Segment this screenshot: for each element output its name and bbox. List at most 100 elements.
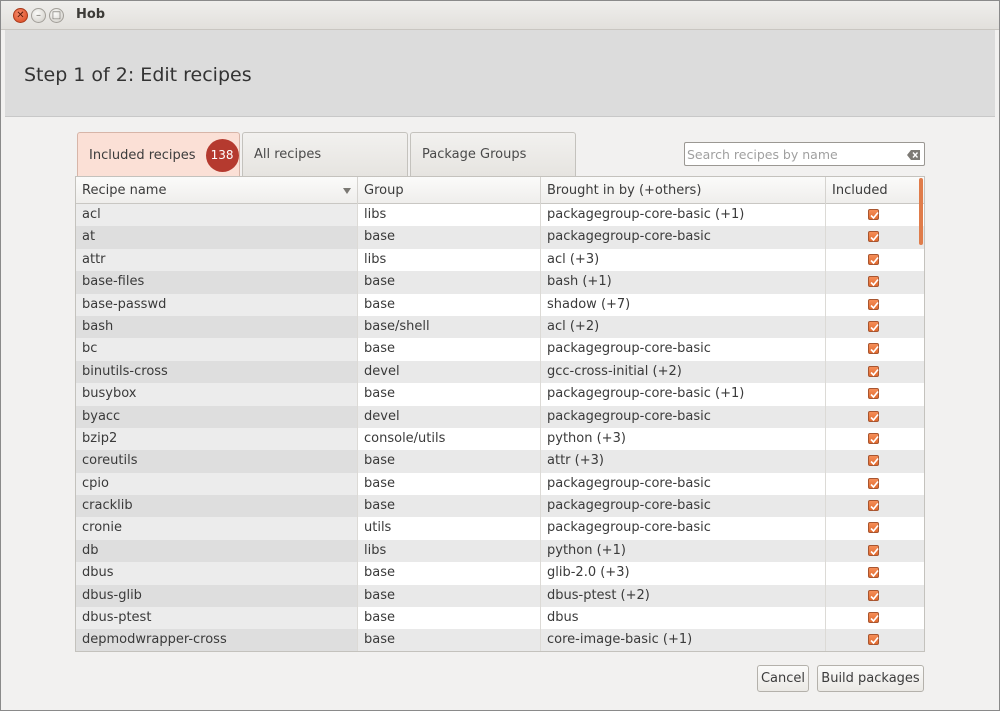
table-row[interactable]: at base packagegroup-core-basic (76, 226, 924, 249)
table-row[interactable]: bc base packagegroup-core-basic (76, 338, 924, 361)
checkmark-icon (870, 592, 879, 600)
table-body: acl libs packagegroup-core-basic (+1) at bas… (76, 204, 924, 651)
column-header-brought-in-by[interactable]: Brought in by (+others) (541, 177, 826, 204)
brought-in-by-cell: attr (+3) (541, 450, 826, 473)
brought-in-by-cell: gcc-cross-initial (+2) (541, 360, 826, 384)
brought-in-by-cell: core-image-basic (+1) (541, 629, 826, 651)
table-row[interactable]: byacc devel packagegroup-core-basic (76, 405, 924, 428)
search-input[interactable] (687, 145, 901, 163)
table-row[interactable]: db libs python (+1) (76, 539, 924, 563)
included-checkbox[interactable] (868, 410, 879, 422)
checkmark-icon (870, 480, 879, 488)
included-checkbox[interactable] (868, 432, 879, 444)
included-checkbox[interactable] (868, 365, 879, 377)
table-row[interactable]: acl libs packagegroup-core-basic (+1) (76, 204, 924, 227)
recipe-name-cell: depmodwrapper-cross (76, 629, 358, 651)
table-row[interactable]: bzip2 console/utils python (+3) (76, 427, 924, 451)
column-header-recipe-name[interactable]: Recipe name (76, 177, 358, 204)
brought-in-by-cell: bash (+1) (541, 271, 826, 294)
checkmark-icon (870, 368, 879, 376)
included-checkbox[interactable] (868, 209, 879, 220)
recipe-name-cell: dbus (76, 562, 358, 585)
brought-in-by-cell: python (+1) (541, 539, 826, 563)
included-checkbox[interactable] (868, 276, 879, 288)
included-cell (826, 271, 924, 294)
group-cell: devel (358, 360, 541, 384)
included-checkbox[interactable] (868, 500, 879, 512)
included-checkbox[interactable] (868, 253, 879, 265)
checkmark-icon (870, 615, 879, 623)
recipe-name-cell: cronie (76, 517, 358, 540)
column-header-included[interactable]: Included (826, 177, 924, 204)
table-row[interactable]: bash base/shell acl (+2) (76, 315, 924, 339)
column-header-group[interactable]: Group (358, 177, 541, 204)
recipe-name-cell: base-passwd (76, 293, 358, 316)
checkmark-icon (870, 346, 879, 354)
table-row[interactable]: base-passwd base shadow (+7) (76, 293, 924, 316)
step-header: Step 1 of 2: Edit recipes (5, 30, 995, 117)
cancel-button[interactable]: Cancel (757, 665, 809, 692)
included-checkbox[interactable] (868, 567, 879, 579)
sort-descending-icon (343, 188, 351, 194)
included-checkbox[interactable] (868, 298, 879, 310)
tab-all-recipes[interactable]: All recipes (242, 132, 408, 176)
included-checkbox[interactable] (868, 320, 879, 332)
table-row[interactable]: cronie utils packagegroup-core-basic (76, 517, 924, 540)
checkmark-icon (870, 547, 879, 556)
group-cell: base (358, 293, 541, 316)
group-cell: console/utils (358, 427, 541, 451)
clear-search-icon[interactable] (907, 149, 920, 160)
maximize-window-button[interactable]: □ (49, 8, 64, 23)
included-checkbox[interactable] (868, 388, 879, 400)
close-window-button[interactable]: ✕ (13, 8, 28, 23)
table-row[interactable]: cracklib base packagegroup-core-basic (76, 495, 924, 518)
table-row[interactable]: attr libs acl (+3) (76, 248, 924, 272)
brought-in-by-cell: packagegroup-core-basic (+1) (541, 204, 826, 227)
included-checkbox[interactable] (868, 612, 879, 624)
recipe-name-cell: acl (76, 204, 358, 227)
recipe-name-cell: at (76, 226, 358, 249)
build-packages-button[interactable]: Build packages (817, 665, 924, 692)
tab-included-recipes[interactable]: Included recipes 138 (77, 132, 240, 177)
table-row[interactable]: depmodwrapper-cross base core-image-basic … (76, 629, 924, 651)
included-cell (826, 226, 924, 249)
included-checkbox[interactable] (868, 522, 879, 534)
included-checkbox[interactable] (868, 343, 879, 355)
included-checkbox[interactable] (868, 231, 879, 243)
included-checkbox[interactable] (868, 634, 879, 646)
tab-label: All recipes (254, 147, 322, 162)
table-row[interactable]: dbus base glib-2.0 (+3) (76, 562, 924, 585)
included-cell (826, 539, 924, 563)
recipe-count-badge: 138 (205, 138, 239, 172)
table-row[interactable]: cpio base packagegroup-core-basic (76, 472, 924, 496)
included-checkbox[interactable] (868, 544, 879, 556)
checkmark-icon (870, 435, 879, 444)
checkmark-icon (870, 570, 879, 578)
table-row[interactable]: dbus-glib base dbus-ptest (+2) (76, 584, 924, 608)
brought-in-by-cell: packagegroup-core-basic (541, 226, 826, 249)
checkmark-icon (870, 256, 879, 264)
window-title: Hob (76, 7, 106, 22)
group-cell: base (358, 383, 541, 406)
table-row[interactable]: base-files base bash (+1) (76, 271, 924, 294)
recipe-name-cell: cpio (76, 472, 358, 496)
included-checkbox[interactable] (868, 589, 879, 601)
included-checkbox[interactable] (868, 455, 879, 467)
recipe-name-cell: base-files (76, 271, 358, 294)
group-cell: base (358, 584, 541, 608)
checkmark-icon (870, 458, 879, 466)
group-cell: libs (358, 248, 541, 272)
table-row[interactable]: busybox base packagegroup-core-basic (+1) (76, 383, 924, 406)
checkmark-icon (870, 234, 879, 242)
table-row[interactable]: binutils-cross devel gcc-cross-initial (+2… (76, 360, 924, 384)
table-row[interactable]: dbus-ptest base dbus (76, 607, 924, 630)
included-checkbox[interactable] (868, 477, 879, 489)
recipe-name-cell: bzip2 (76, 427, 358, 451)
table-row[interactable]: coreutils base attr (+3) (76, 450, 924, 473)
tab-label: Package Groups (422, 147, 527, 162)
table-scrollbar[interactable] (919, 178, 923, 245)
tab-package-groups[interactable]: Package Groups (410, 132, 576, 176)
recipe-name-cell: db (76, 539, 358, 563)
group-cell: base (358, 495, 541, 518)
minimize-window-button[interactable]: – (31, 8, 46, 23)
